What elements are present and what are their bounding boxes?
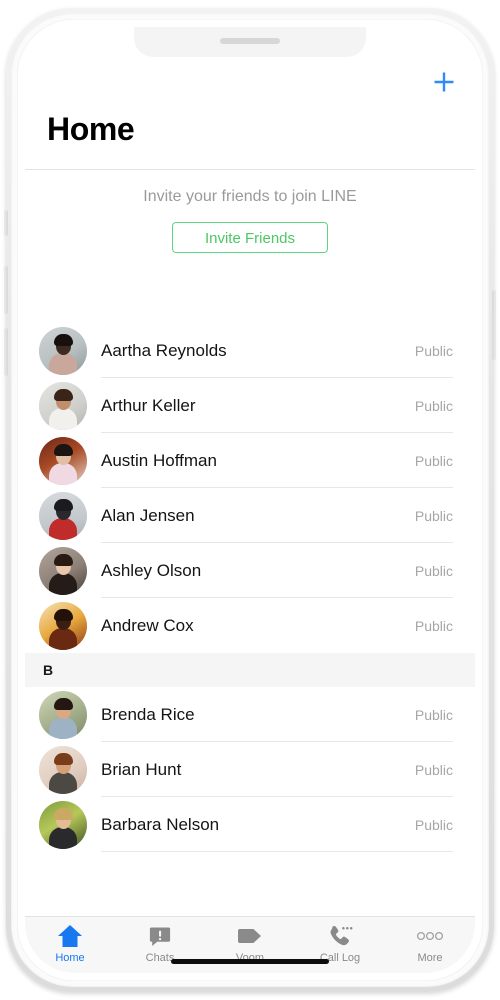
status-badge: Public xyxy=(414,397,453,414)
invite-banner: Invite your friends to join LINE Invite … xyxy=(25,170,475,253)
contact-name: Austin Hoffman xyxy=(101,450,217,470)
tab-home[interactable]: Home xyxy=(25,917,115,973)
add-friend-button[interactable] xyxy=(427,65,461,99)
phone-device: Home Invite your friends to join LINE In… xyxy=(0,0,500,1000)
avatar xyxy=(39,690,87,739)
phone-screen: Home Invite your friends to join LINE In… xyxy=(25,27,475,973)
tab-voom[interactable]: Voom xyxy=(205,917,295,973)
avatar xyxy=(39,745,87,794)
home-icon xyxy=(56,923,84,949)
tab-more[interactable]: More xyxy=(385,917,475,973)
invite-message: Invite your friends to join LINE xyxy=(143,188,357,205)
tab-call-log[interactable]: Call Log xyxy=(295,917,385,973)
avatar xyxy=(39,800,87,849)
contact-name: Aartha Reynolds xyxy=(101,340,227,360)
status-badge: Public xyxy=(414,342,453,359)
bottom-tab-bar: Home Chats Voom Call Log More xyxy=(25,916,475,973)
page-title: Home xyxy=(47,111,135,147)
status-badge: Public xyxy=(414,562,453,579)
invite-friends-button[interactable]: Invite Friends xyxy=(172,222,328,253)
status-badge: Public xyxy=(414,816,453,833)
tab-chats[interactable]: Chats xyxy=(115,917,205,973)
contact-name: Brian Hunt xyxy=(101,759,182,779)
plus-icon xyxy=(434,72,454,92)
section-header-b: B xyxy=(25,653,475,687)
status-badge: Public xyxy=(414,452,453,469)
status-badge: Public xyxy=(414,507,453,524)
volume-up-button[interactable] xyxy=(4,266,8,314)
chat-bubble-alert-icon xyxy=(148,923,172,949)
contact-row[interactable]: Andrew Cox Public xyxy=(25,598,475,653)
contact-row[interactable]: Alan Jensen Public xyxy=(25,488,475,543)
avatar xyxy=(39,381,87,430)
power-button[interactable] xyxy=(492,290,496,360)
notch xyxy=(134,27,366,57)
avatar xyxy=(39,491,87,540)
avatar xyxy=(39,546,87,595)
contact-name: Barbara Nelson xyxy=(101,814,220,834)
phone-dots-icon xyxy=(327,923,353,949)
home-indicator[interactable] xyxy=(171,959,329,964)
avatar xyxy=(39,601,87,650)
contact-row[interactable]: Brian Hunt Public xyxy=(25,742,475,797)
mute-switch[interactable] xyxy=(4,210,8,236)
speaker-grille xyxy=(220,38,280,44)
tab-label: More xyxy=(417,951,443,964)
status-badge: Public xyxy=(414,761,453,778)
contact-name: Alan Jensen xyxy=(101,505,195,525)
volume-down-button[interactable] xyxy=(4,328,8,376)
status-badge: Public xyxy=(414,706,453,723)
contact-row[interactable]: Barbara Nelson Public xyxy=(25,797,475,852)
contact-row[interactable]: Austin Hoffman Public xyxy=(25,433,475,488)
contact-name: Arthur Keller xyxy=(101,395,196,415)
top-bar xyxy=(25,57,475,105)
contact-name: Andrew Cox xyxy=(101,615,194,635)
contact-row[interactable]: Brenda Rice Public xyxy=(25,687,475,742)
tab-label: Home xyxy=(55,951,85,964)
avatar xyxy=(39,436,87,485)
contact-name: Ashley Olson xyxy=(101,560,202,580)
more-circles-icon xyxy=(416,923,444,949)
tag-icon xyxy=(237,923,263,949)
contact-row[interactable]: Arthur Keller Public xyxy=(25,378,475,433)
contact-row[interactable]: Ashley Olson Public xyxy=(25,543,475,598)
contact-list[interactable]: Aartha Reynolds Public Arthur Keller Public… xyxy=(25,323,475,917)
avatar xyxy=(39,326,87,375)
contact-row[interactable]: Aartha Reynolds Public xyxy=(25,323,475,378)
status-badge: Public xyxy=(414,617,453,634)
contact-name: Brenda Rice xyxy=(101,704,195,724)
